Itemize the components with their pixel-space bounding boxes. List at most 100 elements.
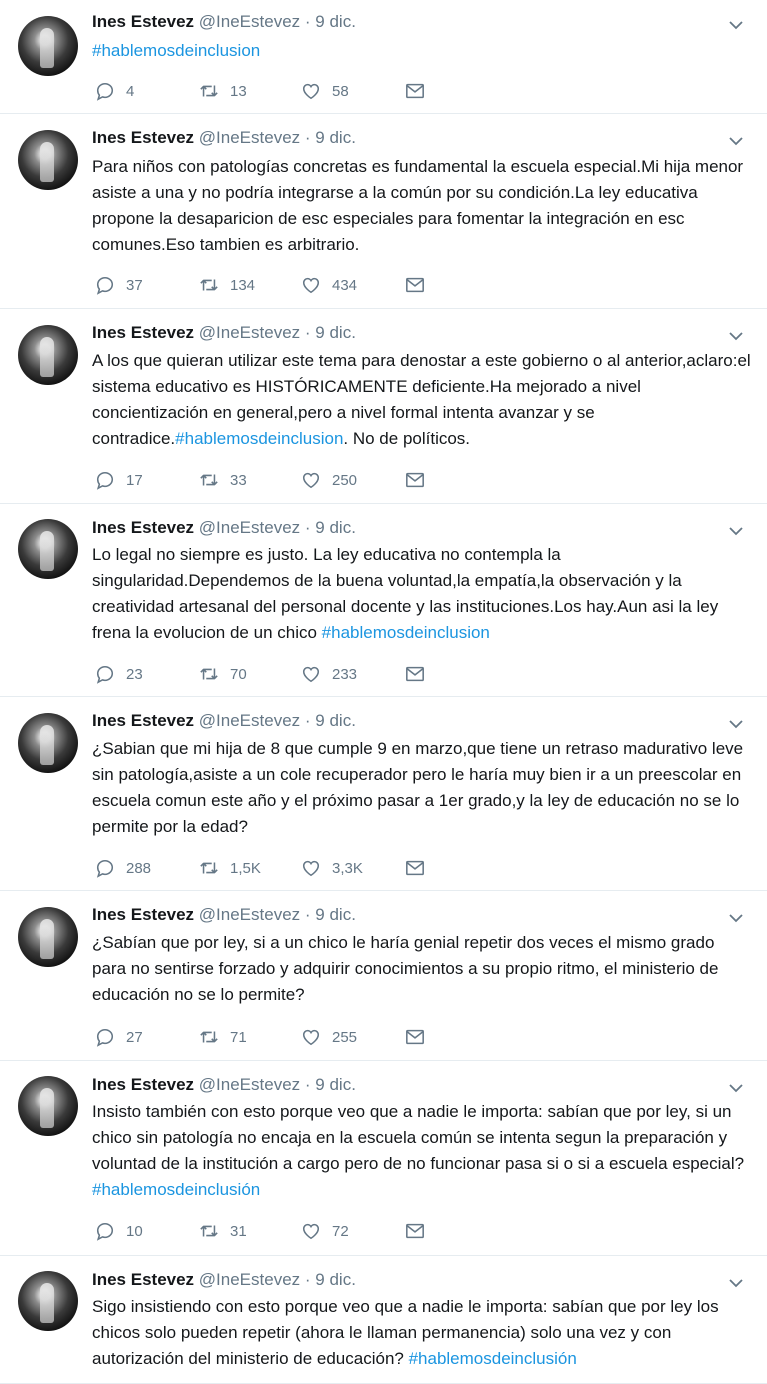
retweet-count: 134 xyxy=(230,276,256,294)
author-handle[interactable]: @IneEstevez xyxy=(199,711,300,730)
author-handle[interactable]: @IneEstevez xyxy=(199,905,300,924)
author-name[interactable]: Ines Estevez xyxy=(92,128,194,147)
chevron-down-icon[interactable] xyxy=(727,715,745,733)
reply-icon xyxy=(94,1221,126,1241)
tweet[interactable]: Ines Estevez @IneEstevez · 9 dic. Para ni… xyxy=(0,114,767,309)
chevron-down-icon[interactable] xyxy=(727,1274,745,1292)
like-button[interactable]: 255 xyxy=(300,1026,357,1048)
reply-button[interactable]: 27 xyxy=(94,1026,143,1048)
reply-count: 27 xyxy=(126,1028,143,1046)
retweet-button[interactable]: 134 xyxy=(198,274,255,296)
direct-message-button[interactable] xyxy=(404,857,436,879)
retweet-icon xyxy=(198,1221,230,1241)
direct-message-button[interactable] xyxy=(404,1220,436,1242)
reply-button[interactable]: 288 xyxy=(94,857,151,879)
separator-dot: · xyxy=(300,711,316,730)
avatar[interactable] xyxy=(18,1271,78,1331)
like-button[interactable]: 58 xyxy=(300,80,349,102)
hashtag-link[interactable]: #hablemosdeinclusion xyxy=(175,429,343,448)
tweet-date[interactable]: 9 dic. xyxy=(315,1075,356,1094)
retweet-button[interactable]: 71 xyxy=(198,1026,247,1048)
reply-button[interactable]: 4 xyxy=(94,80,134,102)
author-name[interactable]: Ines Estevez xyxy=(92,905,194,924)
tweet-text: Para niños con patologías concretas es f… xyxy=(92,154,752,258)
tweet-date[interactable]: 9 dic. xyxy=(315,128,356,147)
reply-button[interactable]: 10 xyxy=(94,1220,143,1242)
chevron-down-icon[interactable] xyxy=(727,132,745,150)
avatar[interactable] xyxy=(18,519,78,579)
tweet[interactable]: Ines Estevez @IneEstevez · 9 dic. #hablem… xyxy=(0,0,767,114)
hashtag-link[interactable]: #hablemosdeinclusión xyxy=(92,1180,260,1199)
author-handle[interactable]: @IneEstevez xyxy=(199,128,300,147)
tweet-date[interactable]: 9 dic. xyxy=(315,905,356,924)
reply-count: 10 xyxy=(126,1222,143,1240)
retweet-button[interactable]: 31 xyxy=(198,1220,247,1242)
tweet-date[interactable]: 9 dic. xyxy=(315,518,356,537)
direct-message-button[interactable] xyxy=(404,1026,436,1048)
avatar[interactable] xyxy=(18,1076,78,1136)
reply-button[interactable]: 23 xyxy=(94,663,143,685)
avatar[interactable] xyxy=(18,130,78,190)
direct-message-button[interactable] xyxy=(404,469,436,491)
avatar[interactable] xyxy=(18,713,78,773)
tweet-date[interactable]: 9 dic. xyxy=(315,711,356,730)
retweet-icon xyxy=(198,275,230,295)
reply-count: 37 xyxy=(126,276,143,294)
chevron-down-icon[interactable] xyxy=(727,327,745,345)
tweet-header: Ines Estevez @IneEstevez · 9 dic. xyxy=(92,905,356,925)
author-handle[interactable]: @IneEstevez xyxy=(199,518,300,537)
chevron-down-icon[interactable] xyxy=(727,909,745,927)
hashtag-link[interactable]: #hablemosdeinclusion xyxy=(322,623,490,642)
like-icon xyxy=(300,275,332,295)
like-button[interactable]: 233 xyxy=(300,663,357,685)
tweet-date[interactable]: 9 dic. xyxy=(315,12,356,31)
retweet-button[interactable]: 70 xyxy=(198,663,247,685)
direct-message-button[interactable] xyxy=(404,80,436,102)
author-name[interactable]: Ines Estevez xyxy=(92,12,194,31)
direct-message-button[interactable] xyxy=(404,274,436,296)
avatar[interactable] xyxy=(18,907,78,967)
hashtag-link[interactable]: #hablemosdeinclusión xyxy=(409,1349,577,1368)
avatar[interactable] xyxy=(18,325,78,385)
author-handle[interactable]: @IneEstevez xyxy=(199,1270,300,1289)
author-name[interactable]: Ines Estevez xyxy=(92,323,194,342)
retweet-button[interactable]: 13 xyxy=(198,80,247,102)
avatar[interactable] xyxy=(18,16,78,76)
reply-icon xyxy=(94,470,126,490)
separator-dot: · xyxy=(300,128,316,147)
author-handle[interactable]: @IneEstevez xyxy=(199,1075,300,1094)
like-button[interactable]: 3,3K xyxy=(300,857,363,879)
text-segment: . No de políticos. xyxy=(343,429,471,448)
chevron-down-icon[interactable] xyxy=(727,522,745,540)
author-name[interactable]: Ines Estevez xyxy=(92,1270,194,1289)
like-count: 72 xyxy=(332,1222,349,1240)
chevron-down-icon[interactable] xyxy=(727,1079,745,1097)
tweet[interactable]: Ines Estevez @IneEstevez · 9 dic. ¿Sabían… xyxy=(0,891,767,1061)
like-button[interactable]: 72 xyxy=(300,1220,349,1242)
tweet-date[interactable]: 9 dic. xyxy=(315,323,356,342)
author-name[interactable]: Ines Estevez xyxy=(92,711,194,730)
like-button[interactable]: 434 xyxy=(300,274,357,296)
tweet[interactable]: Ines Estevez @IneEstevez · 9 dic. ¿Sabian… xyxy=(0,697,767,891)
retweet-button[interactable]: 1,5K xyxy=(198,857,261,879)
direct-message-icon xyxy=(404,275,436,295)
author-handle[interactable]: @IneEstevez xyxy=(199,323,300,342)
like-count: 58 xyxy=(332,82,349,100)
separator-dot: · xyxy=(300,518,316,537)
author-name[interactable]: Ines Estevez xyxy=(92,518,194,537)
direct-message-button[interactable] xyxy=(404,663,436,685)
tweet[interactable]: Ines Estevez @IneEstevez · 9 dic. Sigo in… xyxy=(0,1256,767,1384)
like-button[interactable]: 250 xyxy=(300,469,357,491)
author-name[interactable]: Ines Estevez xyxy=(92,1075,194,1094)
chevron-down-icon[interactable] xyxy=(727,16,745,34)
retweet-button[interactable]: 33 xyxy=(198,469,247,491)
tweet[interactable]: Ines Estevez @IneEstevez · 9 dic. A los q… xyxy=(0,309,767,504)
tweet-date[interactable]: 9 dic. xyxy=(315,1270,356,1289)
author-handle[interactable]: @IneEstevez xyxy=(199,12,300,31)
separator-dot: · xyxy=(300,12,316,31)
reply-button[interactable]: 17 xyxy=(94,469,143,491)
hashtag-link[interactable]: #hablemosdeinclusion xyxy=(92,41,260,60)
tweet[interactable]: Ines Estevez @IneEstevez · 9 dic. Insisto… xyxy=(0,1061,767,1256)
reply-button[interactable]: 37 xyxy=(94,274,143,296)
tweet[interactable]: Ines Estevez @IneEstevez · 9 dic. Lo lega… xyxy=(0,504,767,697)
